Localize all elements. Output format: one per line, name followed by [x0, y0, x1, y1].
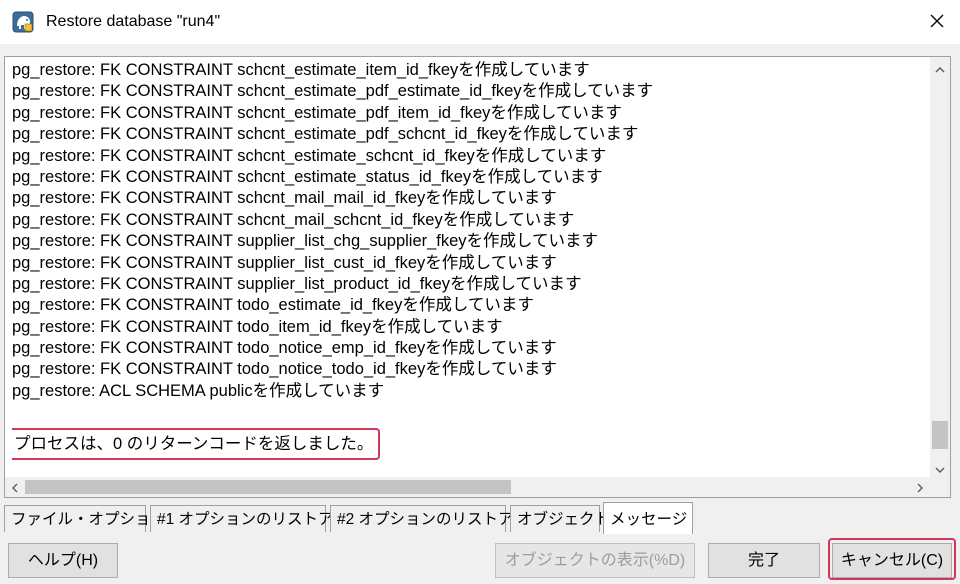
- log-line: pg_restore: FK CONSTRAINT todo_item_id_f…: [12, 317, 503, 336]
- message-log[interactable]: pg_restore: FK CONSTRAINT schcnt_estimat…: [4, 56, 951, 498]
- title-bar: Restore database "run4": [0, 0, 960, 44]
- scrollbar-corner: [930, 477, 950, 497]
- tab-objects[interactable]: オブジェクト: [510, 505, 610, 532]
- log-line: pg_restore: FK CONSTRAINT supplier_list_…: [12, 253, 557, 272]
- chevron-left-icon: [11, 478, 18, 497]
- log-blank-line: [12, 402, 922, 423]
- chevron-up-icon: [935, 58, 945, 77]
- log-text: pg_restore: FK CONSTRAINT schcnt_estimat…: [12, 60, 922, 478]
- log-line: pg_restore: FK CONSTRAINT todo_notice_em…: [12, 339, 557, 358]
- chevron-down-icon: [935, 458, 945, 477]
- log-line: pg_restore: FK CONSTRAINT todo_estimate_…: [12, 296, 534, 315]
- log-line: pg_restore: FK CONSTRAINT schcnt_estimat…: [12, 61, 590, 79]
- log-line: pg_restore: FK CONSTRAINT schcnt_estimat…: [12, 82, 654, 101]
- log-line: pg_restore: FK CONSTRAINT schcnt_estimat…: [12, 125, 639, 144]
- cancel-button[interactable]: キャンセル(C): [832, 543, 952, 578]
- tab-restore-options-1[interactable]: #1 オプションのリストア: [150, 505, 334, 532]
- process-status-line: プロセスは、0 のリターンコードを返しました。: [12, 427, 381, 460]
- tab-restore-options-2[interactable]: #2 オプションのリストア: [330, 505, 514, 532]
- pgadmin-elephant-icon: [12, 11, 34, 33]
- log-line: pg_restore: FK CONSTRAINT todo_notice_to…: [12, 360, 557, 379]
- scroll-left-button[interactable]: [5, 477, 25, 497]
- scroll-up-button[interactable]: [930, 57, 950, 77]
- log-line: pg_restore: FK CONSTRAINT schcnt_estimat…: [12, 103, 622, 122]
- log-line: pg_restore: FK CONSTRAINT supplier_list_…: [12, 274, 582, 293]
- help-button[interactable]: ヘルプ(H): [8, 543, 118, 578]
- scroll-right-button[interactable]: [910, 477, 930, 497]
- log-line: pg_restore: FK CONSTRAINT supplier_list_…: [12, 232, 599, 251]
- scroll-down-button[interactable]: [930, 457, 950, 477]
- vertical-scrollbar[interactable]: [930, 57, 950, 477]
- log-line: pg_restore: FK CONSTRAINT schcnt_estimat…: [12, 167, 603, 186]
- log-line: pg_restore: FK CONSTRAINT schcnt_mail_ma…: [12, 189, 557, 208]
- window-title: Restore database "run4": [46, 13, 221, 30]
- show-objects-button[interactable]: オブジェクトの表示(%D): [495, 543, 695, 578]
- tab-file-options[interactable]: ファイル・オプション: [4, 505, 166, 532]
- log-line: pg_restore: ACL SCHEMA publicを作成しています: [12, 381, 385, 400]
- vertical-scroll-thumb[interactable]: [932, 421, 948, 449]
- close-icon: [930, 13, 944, 32]
- chevron-right-icon: [917, 478, 924, 497]
- tab-messages[interactable]: メッセージ: [603, 502, 693, 534]
- done-button[interactable]: 完了: [708, 543, 820, 578]
- horizontal-scroll-thumb[interactable]: [25, 480, 511, 494]
- horizontal-scrollbar[interactable]: [5, 477, 930, 497]
- log-line: pg_restore: FK CONSTRAINT schcnt_estimat…: [12, 146, 607, 165]
- close-button[interactable]: [914, 0, 960, 44]
- log-line: pg_restore: FK CONSTRAINT schcnt_mail_sc…: [12, 210, 575, 229]
